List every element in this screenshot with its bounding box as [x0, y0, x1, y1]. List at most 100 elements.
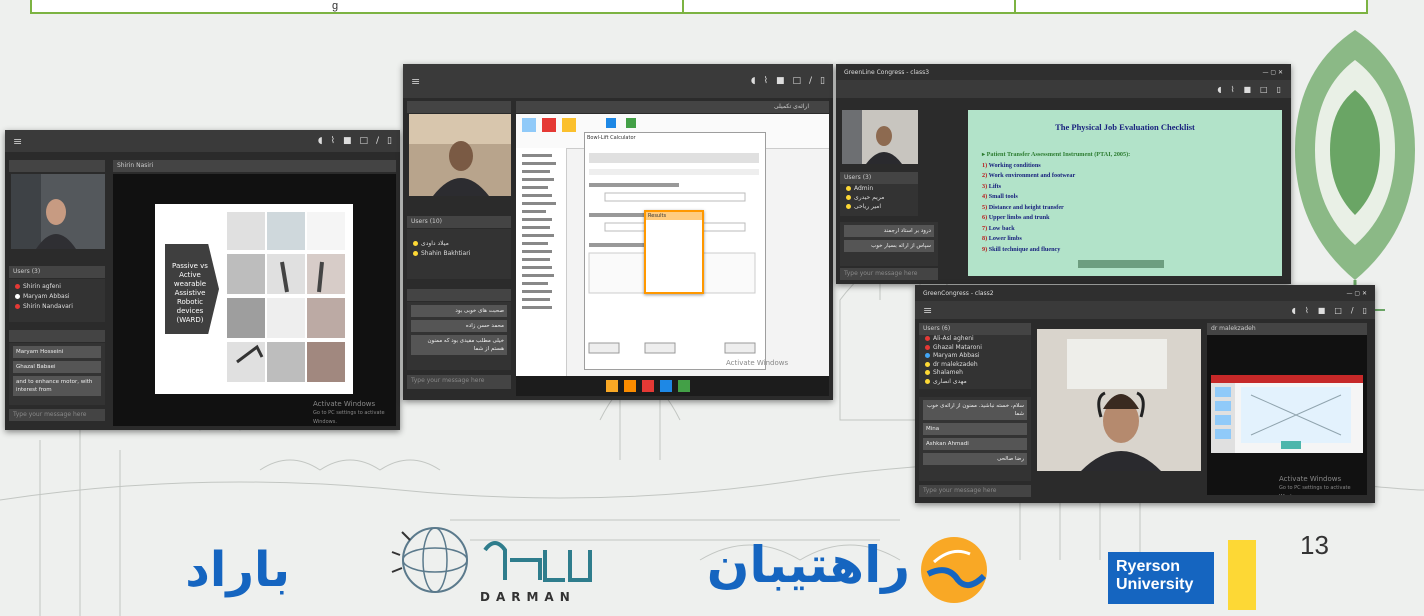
window-controls-icon[interactable]: — ▢ ✕: [1262, 69, 1283, 76]
chat-message: صحبت های خوبی بود: [411, 305, 507, 317]
shared-screen: [1211, 375, 1363, 453]
chat-panel: صحبت های خوبی بود محمد حسن زاده خیلی مطل…: [407, 302, 511, 370]
menu-icon[interactable]: ≡: [923, 304, 932, 317]
webcam-panel-header: [407, 101, 511, 113]
camera-icon[interactable]: ■: [343, 136, 352, 146]
slide-text: Passive vs Active wearable Assistive Rob…: [172, 262, 208, 324]
slide-item: 6) Upper limbs and trunk: [982, 214, 1050, 221]
toolbar: ≡ ◖ ⌇ ■ □ / ▯: [403, 64, 833, 98]
list-item[interactable]: مریم حیدری: [840, 193, 918, 202]
list-item[interactable]: مهدی انصاری: [919, 378, 1031, 387]
settings-icon[interactable]: ▯: [820, 76, 825, 86]
table-cell: g: [32, 0, 684, 12]
form-title: Bowl-Lift Calculator: [587, 135, 636, 141]
settings-icon[interactable]: ▯: [1363, 306, 1367, 315]
users-header: Users (3): [840, 172, 918, 184]
slide-controls[interactable]: [1078, 260, 1164, 268]
rahtiban-emblem-icon: [921, 537, 987, 603]
pen-icon[interactable]: /: [1351, 306, 1354, 315]
activate-windows-watermark: Activate Windows Go to PC settings to ac…: [1279, 475, 1351, 495]
webcam-video: [11, 174, 105, 249]
slide-heading: ▸ Patient Transfer Assessment Instrument…: [982, 151, 1131, 158]
screen-share-icon[interactable]: □: [792, 76, 801, 86]
chat-panel: سلام، خسته نباشید. ممنون از ارائه‌ی خوب …: [919, 397, 1031, 481]
list-item[interactable]: Shahin Bakhtiari: [407, 249, 511, 259]
chat-panel: Maryam Hosseini Ghazal Babaei and to enh…: [9, 343, 105, 405]
list-item[interactable]: میلاد داودی: [407, 239, 511, 249]
audio-icon[interactable]: ◖: [318, 136, 323, 146]
presentation-label: Shirin Nasiri: [113, 160, 396, 172]
ryerson-logo-text: Ryerson University: [1116, 558, 1194, 593]
pen-icon[interactable]: /: [376, 136, 379, 146]
barad-logo: باراد: [150, 540, 290, 610]
presentation-area: The Physical Job Evaluation Checklist ▸ …: [968, 110, 1282, 276]
list-item[interactable]: Maryam Abbasi: [9, 292, 105, 302]
webcam-video: [842, 110, 918, 164]
list-item[interactable]: Shirin Nandavari: [9, 302, 105, 312]
window-titlebar: GreenLine Congress - class3 — ▢ ✕: [836, 64, 1291, 80]
screenshot-job-evaluation: GreenLine Congress - class3 — ▢ ✕ ◖ ⌇ ■ …: [836, 64, 1291, 284]
chat-message: Maryam Hosseini: [13, 346, 101, 358]
list-item[interactable]: امیر ریاحی: [840, 202, 918, 211]
menu-icon[interactable]: ≡: [411, 75, 420, 88]
mic-icon[interactable]: ⌇: [331, 136, 335, 146]
audio-icon[interactable]: ◖: [1217, 85, 1221, 94]
screen-share-icon[interactable]: □: [1334, 306, 1342, 315]
chat-header: [407, 289, 511, 301]
darman-logo-text: DARMAN: [480, 590, 576, 604]
list-item[interactable]: dr malekzadeh: [919, 361, 1031, 370]
camera-icon[interactable]: ■: [1318, 306, 1326, 315]
settings-icon[interactable]: ▯: [387, 136, 392, 146]
slide-item: 4) Small tools: [982, 193, 1018, 200]
list-item[interactable]: Maryam Abbasi: [919, 352, 1031, 361]
chat-input[interactable]: Type your message here: [407, 375, 511, 389]
toolbar: ≡ ◖ ⌇ ■ □ / ▯: [915, 301, 1375, 319]
user-list: Ali-Asl agheni Ghazal Mataroni Maryam Ab…: [919, 335, 1031, 389]
presentation-label: dr malekzadeh: [1207, 323, 1367, 335]
camera-icon[interactable]: ■: [1243, 85, 1251, 94]
screen-share-icon[interactable]: □: [359, 136, 368, 146]
toolbar: ≡ ◖ ⌇ ■ □ / ▯: [5, 130, 400, 152]
slide-arrow-box: Passive vs Active wearable Assistive Rob…: [165, 244, 219, 334]
chat-input[interactable]: Type your message here: [840, 268, 938, 280]
table-cell: [684, 0, 1016, 12]
audio-icon[interactable]: ◖: [751, 76, 756, 86]
audio-icon[interactable]: ◖: [1292, 306, 1296, 315]
webcam-panel-header: [9, 160, 105, 172]
list-item[interactable]: Shalameh: [919, 369, 1031, 378]
chat-input[interactable]: Type your message here: [9, 409, 105, 421]
slide-item: 9) Skill technique and fluency: [982, 245, 1061, 253]
settings-icon[interactable]: ▯: [1277, 85, 1281, 94]
list-item[interactable]: Ghazal Mataroni: [919, 344, 1031, 353]
users-header: Users (6): [919, 323, 1031, 335]
speaker-video: [1037, 329, 1201, 471]
mic-icon[interactable]: ⌇: [764, 76, 768, 86]
top-table: g: [30, 0, 1368, 14]
presentation-label: ارائه‌ی تکمیلی: [516, 101, 829, 113]
list-item[interactable]: Ali-Asl agheni: [919, 335, 1031, 344]
menu-icon[interactable]: ≡: [13, 135, 22, 148]
slide: Passive vs Active wearable Assistive Rob…: [155, 204, 353, 394]
chat-header: [9, 330, 105, 342]
slide-item: 1) Working conditions: [982, 161, 1041, 169]
user-list: Shirin agfeni Maryam Abbasi Shirin Nanda…: [9, 279, 105, 322]
rahtiban-logo: راهتیبان: [700, 530, 1000, 610]
activate-windows-watermark: Activate Windows Go to PC settings to ac…: [313, 400, 385, 425]
slide-title: The Physical Job Evaluation Checklist: [1055, 122, 1195, 132]
chat-message: رضا صالحی: [923, 453, 1027, 465]
person-image: [1037, 329, 1201, 471]
users-header: Users (10): [407, 216, 511, 228]
pen-icon[interactable]: /: [809, 76, 812, 86]
mic-icon[interactable]: ⌇: [1231, 85, 1235, 94]
window-controls-icon[interactable]: — ▢ ✕: [1346, 290, 1367, 297]
darman-logo: DARMAN: [390, 520, 620, 610]
list-item[interactable]: Admin: [840, 184, 918, 193]
mic-icon[interactable]: ⌇: [1305, 306, 1309, 315]
list-item[interactable]: Shirin agfeni: [9, 282, 105, 292]
camera-icon[interactable]: ■: [776, 76, 785, 86]
screen-share-icon[interactable]: □: [1260, 85, 1268, 94]
chat-panel: درود بر استاد ارجمند سپاس از ارائه بسیار…: [840, 222, 938, 266]
chat-message: محمد حسن زاده: [411, 320, 507, 332]
chat-input[interactable]: Type your message here: [919, 485, 1031, 497]
chat-message: Mina: [923, 423, 1027, 435]
